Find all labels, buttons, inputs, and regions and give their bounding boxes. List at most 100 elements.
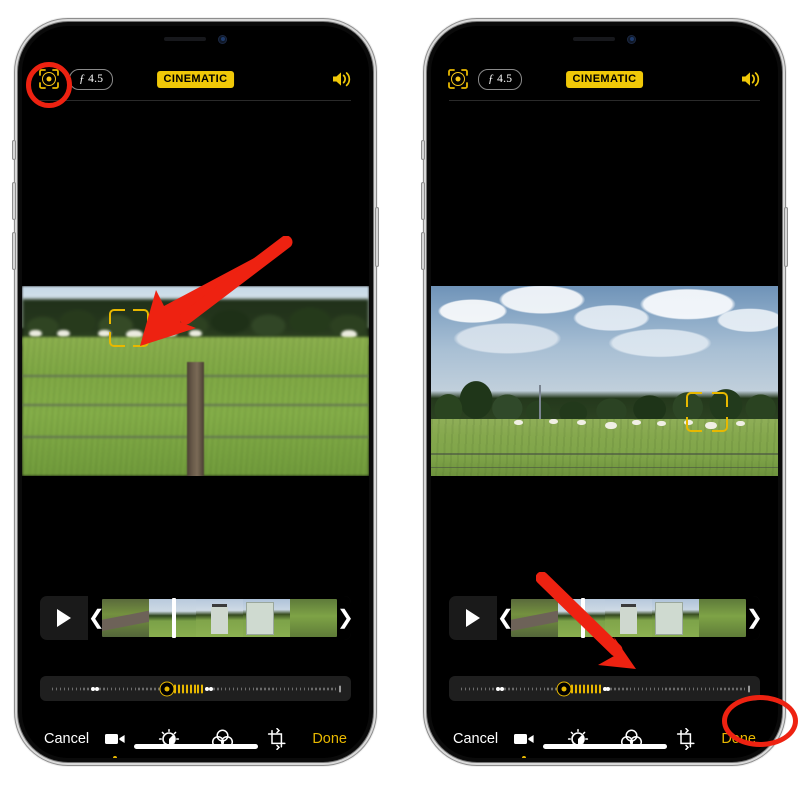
depth-slider-thumb[interactable] — [556, 681, 572, 696]
slider-tick — [335, 687, 337, 690]
crop-rotate-tool-icon[interactable] — [265, 727, 289, 751]
filmstrip-frame — [243, 599, 290, 637]
slider-tick — [134, 687, 136, 690]
slider-tick — [724, 687, 726, 690]
speaker-on-icon[interactable] — [331, 70, 353, 88]
aperture-badge[interactable]: ƒ 4.5 — [69, 68, 114, 90]
front-camera-icon — [218, 34, 227, 44]
video-trim-tool-icon[interactable] — [103, 727, 127, 758]
slider-tick — [700, 687, 703, 690]
video-trim-tool-icon[interactable] — [512, 727, 536, 758]
done-button[interactable]: Done — [312, 731, 347, 747]
slider-tick — [221, 687, 223, 690]
power-button[interactable] — [375, 207, 379, 267]
earpiece-speaker-icon — [164, 37, 206, 41]
slider-tick — [299, 687, 302, 690]
mute-switch[interactable] — [421, 140, 425, 160]
play-icon[interactable] — [40, 609, 88, 627]
mute-switch[interactable] — [12, 140, 16, 160]
video-preview-right[interactable] — [431, 286, 778, 476]
playhead[interactable] — [172, 598, 177, 638]
speaker-on-icon[interactable] — [740, 70, 762, 88]
play-icon[interactable] — [449, 609, 497, 627]
slider-tick — [307, 687, 309, 690]
slider-track[interactable] — [461, 676, 750, 701]
slider-tick — [539, 687, 542, 690]
filmstrip-frame — [102, 599, 149, 637]
slider-tick — [232, 687, 235, 690]
slider-tick — [295, 687, 298, 690]
volume-down-button[interactable] — [12, 232, 16, 270]
slider-tick — [177, 684, 180, 693]
slider-tick — [264, 687, 266, 690]
slider-tick — [696, 687, 699, 690]
home-indicator[interactable] — [542, 744, 667, 749]
slider-tick — [71, 687, 74, 690]
screen-left: ƒ 4.5 CINEMATIC ❮ Cancel Done — [22, 26, 369, 758]
volume-up-button[interactable] — [12, 182, 16, 220]
crop-rotate-tool-icon[interactable] — [674, 727, 698, 751]
slider-tick — [740, 687, 742, 690]
slider-tick — [228, 687, 231, 690]
slider-tick — [728, 687, 730, 690]
focus-bracket[interactable] — [686, 392, 729, 433]
power-button[interactable] — [784, 207, 788, 267]
slider-tick — [484, 687, 486, 690]
slider-tick — [480, 687, 483, 690]
focus-dot-icon — [451, 72, 465, 86]
screenshot-stage: ƒ 4.5 CINEMATIC ❮ Cancel Done ƒ 4.5 CINE… — [0, 0, 800, 787]
slider-tick — [114, 687, 117, 690]
slider-tick — [291, 687, 294, 690]
trim-handle-left[interactable]: ❮ — [497, 608, 514, 628]
aperture-badge[interactable]: ƒ 4.5 — [478, 68, 523, 90]
slider-tick — [138, 687, 140, 690]
slider-tick — [689, 687, 691, 690]
slider-tick — [142, 687, 144, 690]
cancel-button[interactable]: Cancel — [453, 731, 498, 747]
slider-track[interactable] — [52, 676, 341, 701]
top-control-bar-right: ƒ 4.5 CINEMATIC — [431, 62, 778, 96]
slider-tick — [543, 687, 545, 690]
slider-tick — [256, 687, 258, 690]
slider-tick — [716, 687, 718, 690]
volume-up-button[interactable] — [421, 182, 425, 220]
topbar-divider — [40, 100, 351, 101]
slider-tick — [712, 687, 714, 690]
volume-down-button[interactable] — [421, 232, 425, 270]
trim-handle-right[interactable]: ❯ — [337, 608, 351, 628]
cinematic-focus-icon[interactable] — [447, 68, 469, 90]
slider-tick — [508, 687, 510, 690]
trim-handle-right[interactable]: ❯ — [746, 608, 760, 628]
slider-tick — [744, 687, 746, 690]
slider-tick — [468, 687, 471, 690]
slider-tick — [154, 687, 156, 690]
photo-fence-post — [186, 362, 204, 476]
trim-handle-left[interactable]: ❮ — [88, 608, 105, 628]
slider-tick — [653, 687, 656, 690]
slider-tick — [586, 684, 589, 693]
notch — [540, 26, 669, 52]
slider-tick — [122, 687, 125, 690]
slider-tick — [523, 687, 526, 690]
filmstrip-track[interactable]: ❮ ❯ — [88, 596, 351, 640]
depth-slider-thumb[interactable] — [159, 681, 175, 696]
slider-tick — [681, 687, 683, 690]
slider-tick — [578, 684, 581, 693]
slider-tick — [83, 687, 85, 690]
slider-tick — [516, 687, 518, 690]
slider-tick — [287, 687, 290, 690]
home-indicator[interactable] — [133, 744, 258, 749]
slider-tick — [748, 685, 750, 692]
topbar-divider — [449, 100, 760, 101]
slider-tick — [87, 687, 89, 690]
filmstrip-frame — [699, 599, 746, 637]
depth-of-field-slider-right[interactable] — [449, 676, 760, 701]
cancel-button[interactable]: Cancel — [44, 731, 89, 747]
slider-tick — [193, 684, 196, 693]
photo-sheep-group — [431, 286, 778, 476]
slider-tick — [535, 687, 538, 690]
cinematic-mode-badge: CINEMATIC — [156, 70, 235, 88]
slider-tick — [146, 687, 148, 690]
depth-of-field-slider-left[interactable] — [40, 676, 351, 701]
filmstrip-left[interactable]: ❮ ❯ — [40, 596, 351, 640]
